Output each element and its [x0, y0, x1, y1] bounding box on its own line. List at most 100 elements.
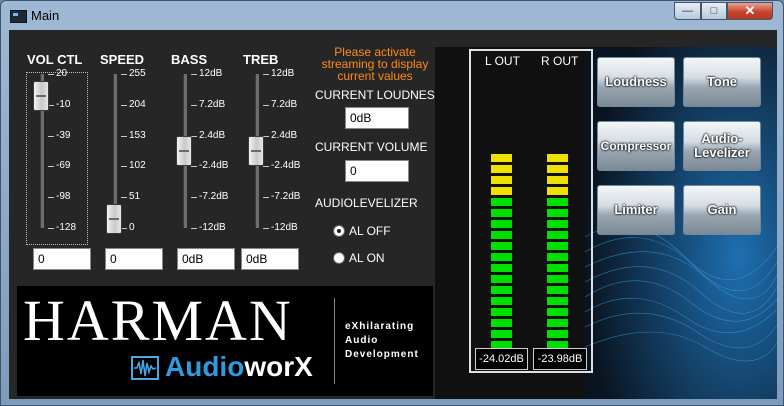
minimize-button[interactable]: — — [674, 2, 701, 20]
r-out-value: -23.98dB — [533, 348, 587, 370]
treb-tick-label: 12dB — [271, 68, 295, 79]
al-off-radio[interactable] — [333, 225, 345, 237]
l-out-segment — [491, 242, 512, 250]
l-out-segment — [491, 165, 512, 173]
tagline-line1: eXhilarating — [345, 321, 415, 332]
main-window: Main — □ ✕ VOL CTL 20 -10 -39 -69 -98 -128 0 SPE… — [0, 0, 784, 406]
bass-tick — [191, 104, 197, 106]
volctl-value-field[interactable]: 0 — [33, 248, 91, 270]
speed-tick-label: 153 — [129, 129, 146, 141]
r-out-segment — [547, 220, 568, 228]
client-area: VOL CTL 20 -10 -39 -69 -98 -128 0 SPEED 255 204 153… — [9, 30, 777, 399]
tagline-line2: Audio — [345, 335, 379, 346]
tagline-line3: Development — [345, 349, 419, 360]
l-out-segment — [491, 253, 512, 261]
speed-tick-label: 255 — [129, 68, 146, 79]
treb-tick-label: -7.2dB — [271, 191, 301, 203]
l-out-segment — [491, 198, 512, 206]
volctl-tick — [48, 197, 54, 199]
current-loudness-label: CURRENT LOUDNESS — [315, 88, 443, 102]
r-out-segment — [547, 209, 568, 217]
al-on-label[interactable]: AL ON — [349, 251, 385, 265]
harman-wordmark: HARMAN — [23, 288, 293, 353]
bass-label: BASS — [171, 52, 208, 67]
l-out-segment — [491, 154, 512, 162]
audiolevelizer-label: AUDIOLEVELIZER — [315, 196, 418, 210]
loudness-button[interactable]: Loudness — [597, 57, 675, 107]
bass-slider-thumb[interactable] — [176, 136, 192, 166]
speed-slider-thumb[interactable] — [106, 204, 122, 234]
close-button[interactable]: ✕ — [727, 2, 773, 20]
treb-tick — [263, 104, 269, 106]
l-out-segment — [491, 286, 512, 294]
bass-value-field[interactable]: 0dB — [177, 248, 235, 270]
vu-meter-frame: L OUT R OUT -24.02dB -23.98dB — [469, 49, 593, 373]
l-out-segment — [491, 275, 512, 283]
harman-logo-banner: HARMAN AudioworX eXhilarating Audio Deve… — [17, 286, 433, 396]
volctl-label: VOL CTL — [27, 52, 83, 67]
l-out-segment — [491, 297, 512, 305]
bass-tick-label: 7.2dB — [199, 98, 226, 110]
speed-tick — [121, 197, 127, 199]
treb-tick — [263, 197, 269, 199]
speed-tick — [121, 104, 127, 106]
title-bar[interactable]: Main — □ ✕ — [1, 1, 783, 29]
r-out-segment — [547, 308, 568, 316]
maximize-button[interactable]: □ — [701, 2, 727, 20]
speed-tick — [121, 135, 127, 137]
l-out-segment — [491, 176, 512, 184]
streaming-hint-line3: current values — [337, 69, 413, 83]
volctl-tick — [48, 74, 54, 75]
bass-tick — [191, 74, 197, 75]
al-off-label[interactable]: AL OFF — [349, 224, 391, 238]
r-out-segment — [547, 264, 568, 272]
current-volume-field: 0 — [345, 160, 409, 182]
audiolevelizer-button[interactable]: Audio- Levelizer — [683, 121, 761, 171]
speed-value-field[interactable]: 0 — [105, 248, 163, 270]
treb-tick-label: 7.2dB — [271, 98, 298, 110]
volctl-tick — [48, 135, 54, 137]
streaming-hint: Please activate streaming to display cur… — [305, 46, 445, 82]
gain-button[interactable]: Gain — [683, 185, 761, 235]
volctl-tick-label: -98 — [56, 191, 71, 203]
l-out-segment — [491, 319, 512, 327]
limiter-button[interactable]: Limiter — [597, 185, 675, 235]
compressor-button[interactable]: Compressor — [597, 121, 675, 171]
r-out-segment — [547, 242, 568, 250]
meter-panel: L OUT R OUT -24.02dB -23.98dB Loudness T… — [435, 47, 777, 399]
r-out-segment — [547, 286, 568, 294]
r-out-segment — [547, 154, 568, 162]
r-out-segment — [547, 275, 568, 283]
r-out-segment — [547, 198, 568, 206]
l-out-segment — [491, 220, 512, 228]
l-out-segment — [491, 264, 512, 272]
volctl-tick-label: 20 — [56, 68, 68, 79]
audioworx-icon — [131, 356, 159, 380]
treb-tick-label: 2.4dB — [271, 129, 298, 141]
l-out-segment — [491, 308, 512, 316]
tone-button[interactable]: Tone — [683, 57, 761, 107]
volctl-slider-thumb[interactable] — [33, 80, 49, 111]
bass-tick — [191, 166, 197, 168]
speed-tick-label: 51 — [129, 191, 141, 203]
app-icon — [10, 10, 27, 23]
al-on-radio[interactable] — [333, 252, 345, 264]
r-out-label: R OUT — [541, 54, 579, 68]
speed-tick-label: 102 — [129, 160, 146, 172]
audioworx-wordmark-a: Audio — [165, 351, 245, 382]
treb-tick-label: -2.4dB — [271, 160, 301, 172]
audioworx-wordmark: AudioworX — [165, 352, 313, 382]
tagline: eXhilarating Audio Development — [345, 320, 419, 362]
l-out-segment — [491, 209, 512, 217]
treb-value-field[interactable]: 0dB — [241, 248, 299, 270]
l-out-segment — [491, 187, 512, 195]
r-out-segment — [547, 253, 568, 261]
speed-tick — [121, 74, 127, 75]
volctl-tick — [48, 228, 54, 229]
l-out-value: -24.02dB — [475, 348, 528, 370]
treb-slider-thumb[interactable] — [248, 136, 264, 166]
volctl-tick-label: -128 — [56, 222, 77, 233]
treb-tick — [263, 166, 269, 168]
r-out-segment — [547, 176, 568, 184]
bass-tick-label: 2.4dB — [199, 129, 226, 141]
